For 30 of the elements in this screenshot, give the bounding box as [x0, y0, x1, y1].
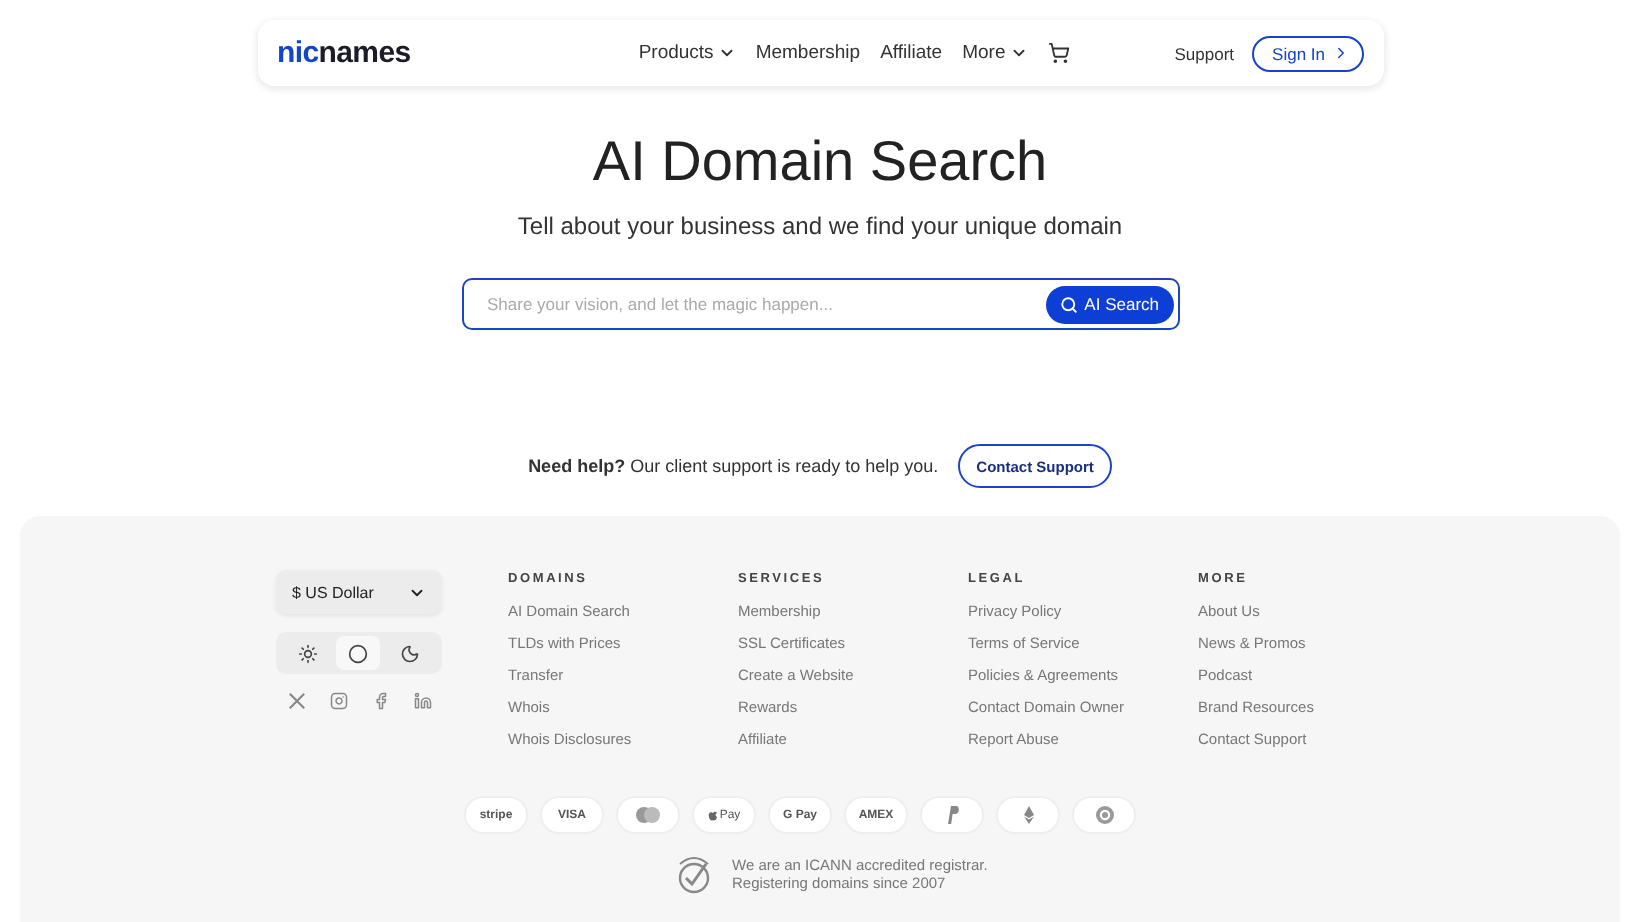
nav-link[interactable]: Affiliate [880, 42, 943, 64]
mastercard-icon [634, 806, 662, 824]
nav-link[interactable]: Products [638, 42, 736, 64]
ethereum-icon [1023, 806, 1033, 824]
cart-icon[interactable] [1047, 42, 1070, 64]
moon-icon [400, 643, 421, 663]
theme-button[interactable] [336, 636, 381, 670]
help-text: Need help? Our client support is ready to help you. [528, 456, 939, 476]
x-logo-icon[interactable] [288, 692, 306, 710]
search-icon [1060, 295, 1079, 313]
instagram-icon[interactable] [330, 692, 348, 710]
nav-link[interactable]: More [962, 42, 1028, 64]
sign-in-button[interactable]: Sign In [1252, 35, 1363, 71]
paypal-icon [945, 806, 959, 824]
support-link[interactable]: Support [1174, 43, 1235, 63]
linkedin-icon[interactable] [414, 692, 432, 710]
brand-logo[interactable]: nicnames [277, 36, 411, 70]
search-field[interactable]: Share your vision, and let the magic happen... AI Search [461, 278, 1179, 330]
circle-icon [348, 643, 369, 663]
page-subtitle: Tell about your business and we find your unique domain [517, 212, 1123, 240]
chevron-down-icon [1009, 44, 1028, 62]
bitcoin-icon [1095, 806, 1113, 824]
nav-link[interactable]: Membership [755, 42, 861, 64]
currency-dropdown[interactable]: $ US Dollar [276, 570, 442, 614]
sun-icon [297, 643, 318, 663]
chevron-down-icon [717, 44, 736, 62]
apple-icon [707, 809, 718, 821]
page-title: AI Domain Search [592, 130, 1048, 194]
ai-search-button[interactable]: AI Search [1046, 285, 1173, 323]
facebook-icon[interactable] [372, 692, 390, 710]
